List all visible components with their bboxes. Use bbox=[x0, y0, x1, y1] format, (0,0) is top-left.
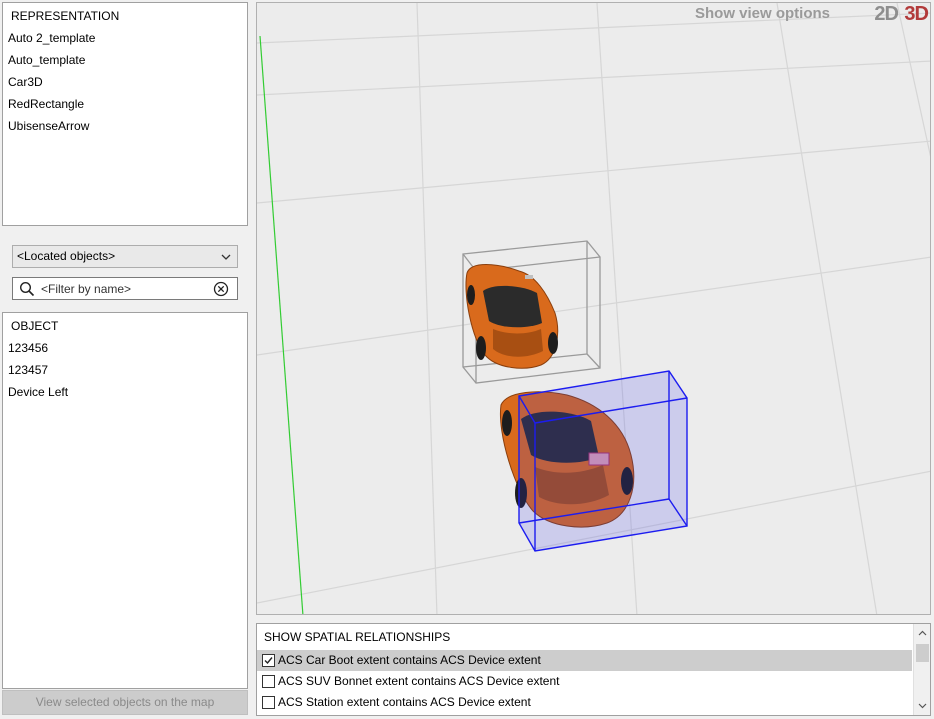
spatial-item[interactable]: ACS SUV Bonnet extent contains ACS Devic… bbox=[257, 671, 912, 692]
object-item[interactable]: Device Left bbox=[3, 381, 247, 403]
mode-2d-toggle[interactable]: 2D bbox=[874, 3, 899, 26]
show-view-options-button[interactable]: Show view options bbox=[695, 5, 830, 22]
mode-3d-toggle[interactable]: 3D bbox=[904, 3, 929, 26]
checkbox[interactable] bbox=[262, 696, 275, 709]
representation-list: REPRESENTATION Auto 2_template Auto_temp… bbox=[2, 2, 248, 226]
spatial-item-label: ACS Station extent contains ACS Device e… bbox=[278, 695, 531, 709]
checkbox[interactable] bbox=[262, 654, 275, 667]
scrollbar-thumb[interactable] bbox=[916, 644, 929, 662]
spatial-item[interactable]: ACS Car Boot extent contains ACS Device … bbox=[257, 650, 912, 671]
representation-item[interactable]: Car3D bbox=[3, 71, 247, 93]
representation-item[interactable]: UbisenseArrow bbox=[3, 115, 247, 137]
y-axis-line bbox=[259, 35, 304, 614]
spatial-header: SHOW SPATIAL RELATIONSHIPS bbox=[264, 630, 451, 644]
spatial-item-label: ACS SUV Bonnet extent contains ACS Devic… bbox=[278, 674, 560, 688]
car-3d-upper[interactable] bbox=[465, 264, 559, 369]
object-header[interactable]: OBJECT bbox=[3, 313, 247, 337]
object-item[interactable]: 123457 bbox=[3, 359, 247, 381]
map-3d-viewport[interactable]: Show view options 2D 3D bbox=[256, 2, 931, 615]
representation-item[interactable]: RedRectangle bbox=[3, 93, 247, 115]
scroll-down-icon[interactable] bbox=[918, 701, 927, 710]
filter-field bbox=[12, 277, 238, 300]
checkbox[interactable] bbox=[262, 675, 275, 688]
search-icon bbox=[19, 281, 35, 297]
view-selected-objects-button[interactable]: View selected objects on the map bbox=[2, 690, 248, 715]
representation-item[interactable]: Auto_template bbox=[3, 49, 247, 71]
scene-canvas bbox=[257, 3, 930, 614]
object-type-dropdown[interactable]: <Located objects> bbox=[12, 245, 238, 268]
chevron-down-icon bbox=[221, 254, 231, 260]
clear-icon[interactable] bbox=[213, 281, 229, 297]
object-list: OBJECT 123456 123457 Device Left bbox=[2, 312, 248, 689]
spatial-item-label: ACS Car Boot extent contains ACS Device … bbox=[278, 653, 541, 667]
scroll-up-icon[interactable] bbox=[918, 629, 927, 638]
spatial-item[interactable]: ACS Station extent contains ACS Device e… bbox=[257, 692, 912, 713]
representation-item[interactable]: Auto 2_template bbox=[3, 27, 247, 49]
vertical-scrollbar[interactable] bbox=[913, 624, 930, 715]
filter-input[interactable] bbox=[41, 280, 211, 297]
object-type-value: <Located objects> bbox=[17, 249, 116, 263]
checkmark-icon bbox=[264, 657, 273, 665]
representation-header[interactable]: REPRESENTATION bbox=[3, 3, 247, 27]
selection-box-lower bbox=[518, 370, 688, 552]
spatial-relationships-panel: SHOW SPATIAL RELATIONSHIPS ACS Car Boot … bbox=[256, 623, 931, 716]
object-item[interactable]: 123456 bbox=[3, 337, 247, 359]
